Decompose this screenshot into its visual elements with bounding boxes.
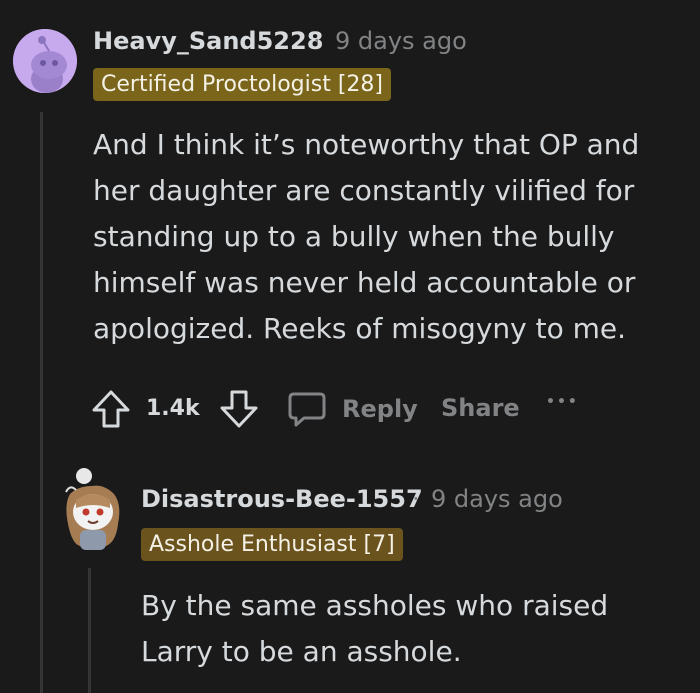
comment-bubble-icon: [288, 392, 326, 427]
comment-text-line: standing up to a bully when the bully: [93, 220, 615, 253]
share-button[interactable]: Share: [441, 394, 520, 422]
comment-text-line: Larry to be an asshole.: [141, 635, 462, 668]
downvote-icon: [220, 390, 258, 428]
timestamp[interactable]: 9 days ago: [431, 485, 563, 513]
comment-text-line: himself was never held accountable or: [93, 266, 636, 299]
reply-label: Reply: [342, 395, 418, 423]
comment-text-line: apologized. Reeks of misogyny to me.: [93, 312, 627, 345]
user-flair: Certified Proctologist [28]: [93, 68, 392, 101]
username[interactable]: Heavy_Sand5228: [93, 27, 323, 55]
comment-text-line: By the same assholes who raised: [141, 589, 609, 622]
user-flair: Asshole Enthusiast [7]: [141, 528, 403, 561]
comment-text-line: And I think it’s noteworthy that OP and: [93, 128, 640, 161]
downvote-button[interactable]: [218, 388, 260, 430]
reddit-snoo-anime-icon: [65, 468, 120, 550]
username[interactable]: Disastrous-Bee-1557: [141, 485, 423, 513]
reddit-snoo-icon: [13, 29, 77, 93]
upvote-icon: [92, 390, 130, 428]
comment-body: By the same assholes who raised Larry to…: [141, 583, 608, 675]
timestamp[interactable]: 9 days ago: [335, 27, 467, 55]
thread-line-main[interactable]: [40, 112, 43, 693]
avatar[interactable]: [60, 464, 126, 554]
more-options-button[interactable]: •••: [546, 394, 579, 410]
separator: ·: [412, 485, 420, 513]
comment-body: And I think it’s noteworthy that OP and …: [93, 122, 639, 352]
reply-button[interactable]: Reply: [286, 388, 418, 430]
upvote-button[interactable]: [90, 388, 132, 430]
vote-count: 1.4k: [146, 396, 200, 421]
thread-line-reply[interactable]: [88, 568, 91, 693]
separator: ·: [313, 27, 321, 55]
avatar[interactable]: [13, 29, 77, 93]
comment-text-line: her daughter are constantly vilified for: [93, 174, 635, 207]
